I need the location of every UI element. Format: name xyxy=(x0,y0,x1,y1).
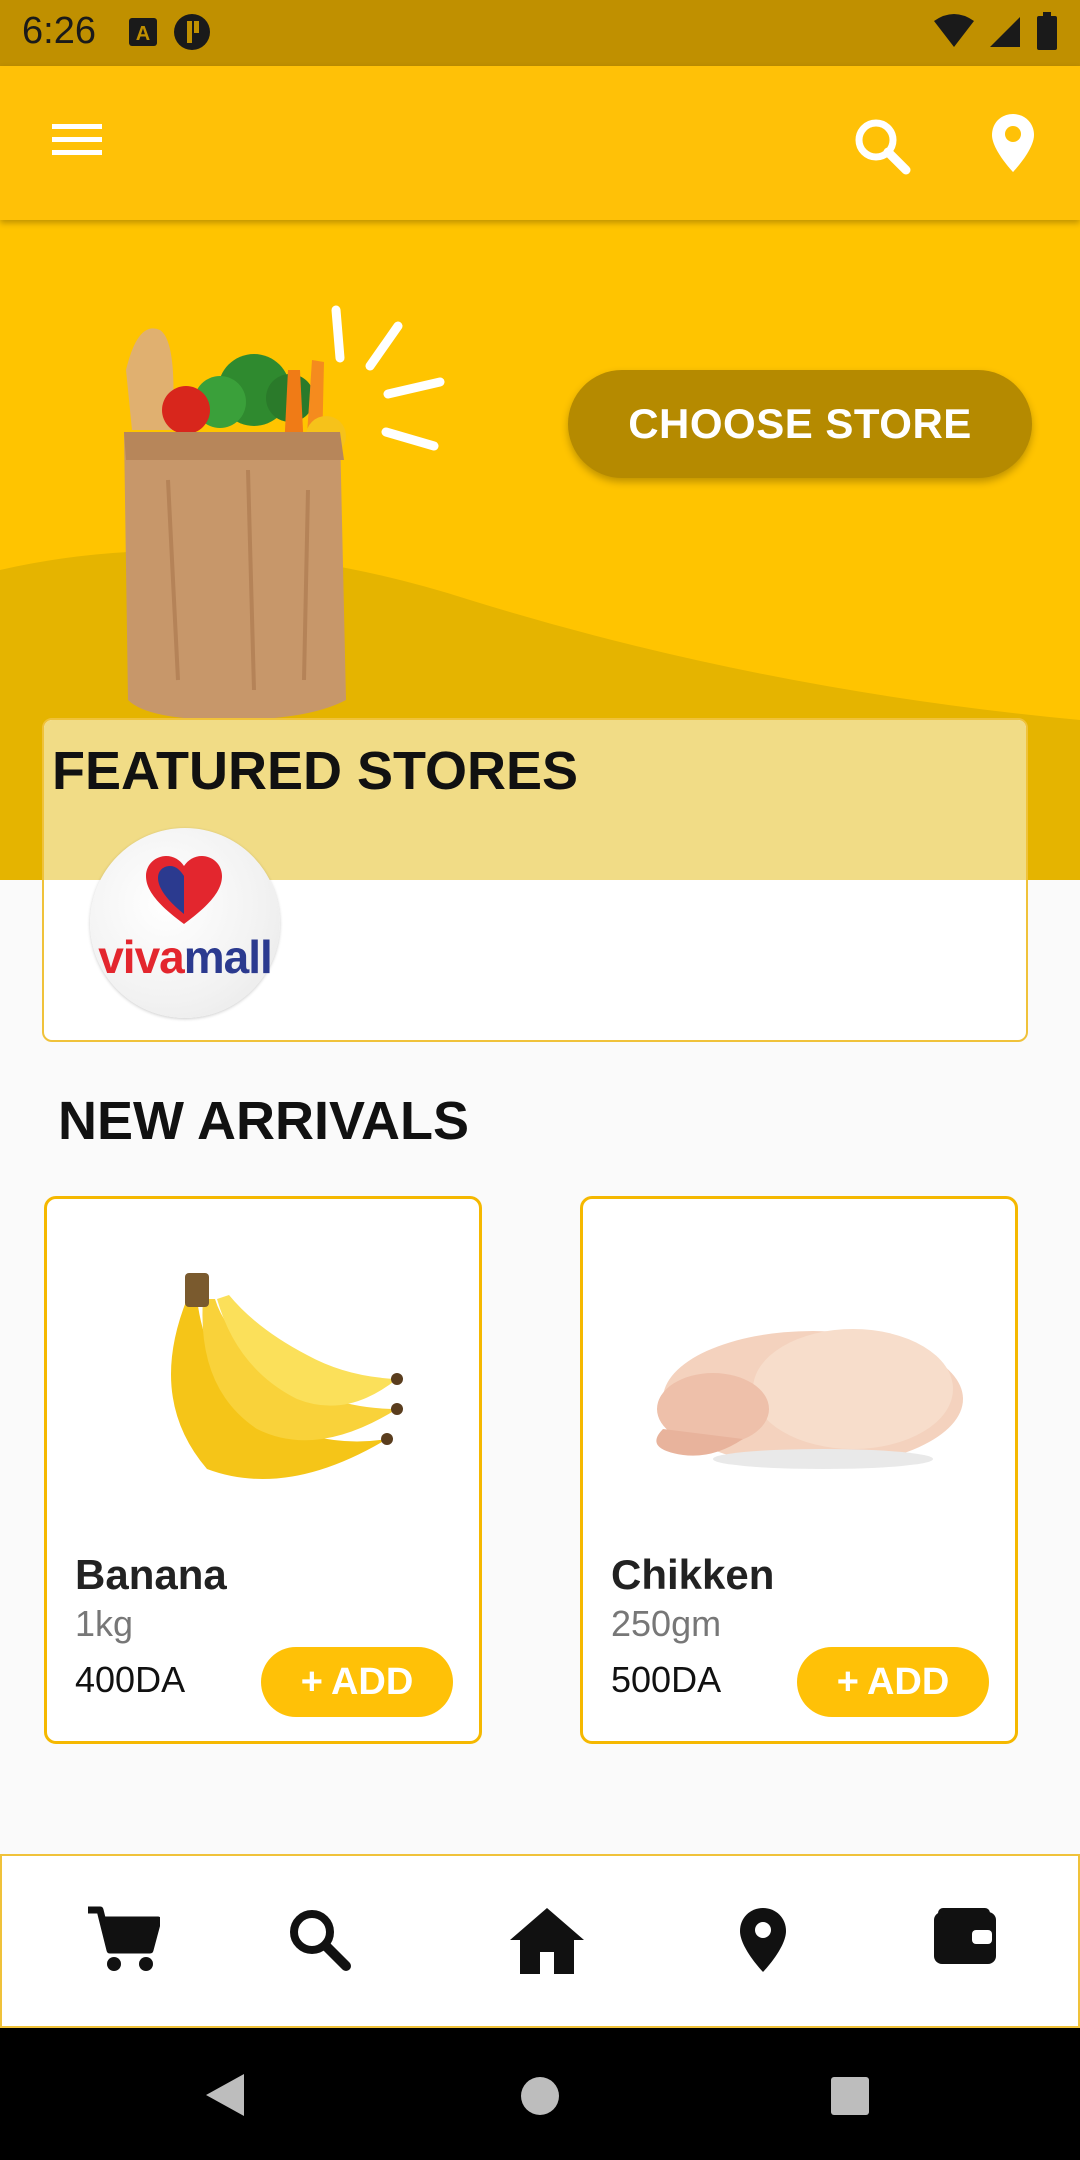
back-icon[interactable] xyxy=(204,2072,246,2118)
product-name: Banana xyxy=(75,1551,227,1598)
product-quantity: 250gm xyxy=(611,1603,722,1644)
system-navigation-bar xyxy=(0,2028,1080,2160)
cart-icon[interactable] xyxy=(86,1906,160,1974)
product-quantity: 1kg xyxy=(75,1603,134,1644)
add-label: ADD xyxy=(866,1660,950,1703)
heart-logo-icon xyxy=(146,856,222,924)
status-time: 6:26 xyxy=(22,10,96,52)
add-to-cart-button[interactable]: + ADD xyxy=(797,1647,989,1717)
product-price: 400DA xyxy=(75,1659,186,1700)
featured-stores-title: FEATURED STORES xyxy=(52,741,579,801)
plus-icon: + xyxy=(836,1660,859,1703)
svg-text:A: A xyxy=(136,23,150,45)
wallet-icon[interactable] xyxy=(932,1906,998,1966)
a-notification-icon: A xyxy=(129,18,157,46)
p-notification-icon xyxy=(174,14,210,50)
product-price: 500DA xyxy=(611,1659,722,1700)
app-bar xyxy=(0,66,1080,220)
search-icon[interactable] xyxy=(852,116,912,176)
home-icon[interactable] xyxy=(508,1906,586,1976)
wifi-icon xyxy=(934,14,974,47)
home-circle-icon[interactable] xyxy=(520,2076,560,2116)
grocery-bag-illustration xyxy=(124,305,445,720)
location-pin-icon[interactable] xyxy=(990,112,1036,174)
recents-icon[interactable] xyxy=(830,2076,870,2116)
battery-icon xyxy=(1037,12,1057,50)
bottom-navigation xyxy=(0,1854,1080,2028)
product-name: Chikken xyxy=(611,1551,775,1598)
product-card-chikken[interactable]: Chikken 250gm 500DA + ADD xyxy=(580,1196,1018,1744)
add-to-cart-button[interactable]: + ADD xyxy=(261,1647,453,1717)
location-pin-icon[interactable] xyxy=(738,1906,788,1974)
banana-image xyxy=(171,1273,403,1479)
plus-icon: + xyxy=(300,1660,323,1703)
add-label: ADD xyxy=(330,1660,414,1703)
store-logo-text: vivamall xyxy=(98,931,273,983)
featured-stores-card: FEATURED STORES vivamall xyxy=(42,718,1028,1042)
store-logo-vivamall[interactable]: vivamall xyxy=(90,828,280,1018)
new-arrivals-title: NEW ARRIVALS xyxy=(58,1091,469,1151)
hamburger-icon[interactable] xyxy=(52,122,102,158)
signal-icon xyxy=(990,17,1020,47)
chicken-image xyxy=(656,1329,963,1469)
choose-store-button[interactable]: CHOOSE STORE xyxy=(568,370,1032,478)
status-bar: 6:26 A xyxy=(0,0,1080,66)
product-card-banana[interactable]: Banana 1kg 400DA + ADD xyxy=(44,1196,482,1744)
search-icon[interactable] xyxy=(286,1906,352,1972)
